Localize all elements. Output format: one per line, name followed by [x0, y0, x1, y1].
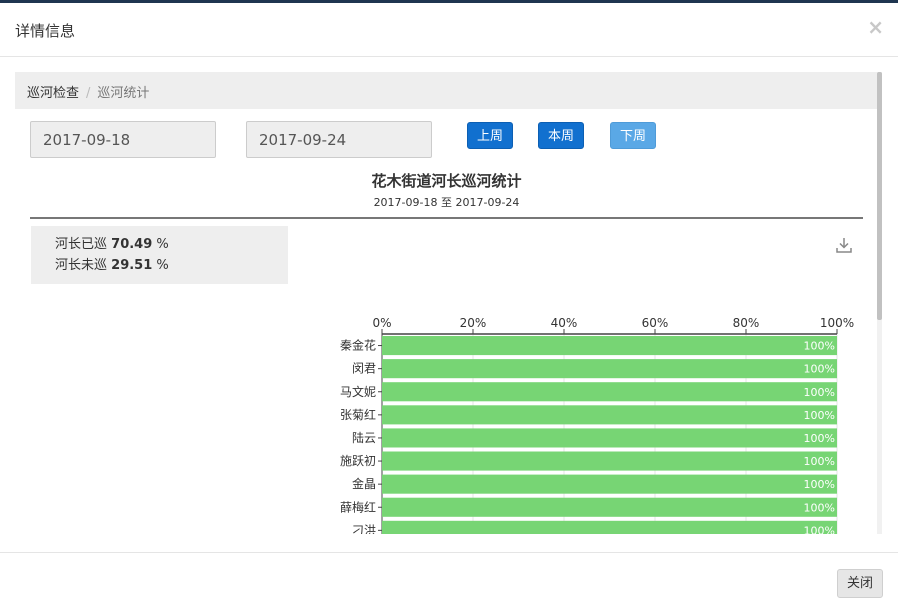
bar — [382, 520, 837, 534]
stat-patrolled-value: 70.49 — [111, 237, 153, 252]
stat-unpatrolled-unit: % — [156, 258, 169, 273]
bar — [382, 359, 837, 379]
modal-body: 巡河检查 / 巡河统计 2017-09-18 2017-09-24 上周 本周 下周… — [0, 58, 898, 552]
bar — [382, 382, 837, 402]
close-button[interactable]: 关闭 — [837, 569, 883, 598]
category-label: 闵君 — [352, 361, 376, 376]
modal-footer: 关闭 — [0, 552, 898, 612]
data-label: 100% — [804, 363, 835, 376]
divider — [30, 217, 863, 219]
stat-patrolled-label: 河长已巡 — [55, 237, 108, 252]
category-label: 秦金花 — [340, 338, 376, 353]
x-tick-label: 40% — [551, 316, 578, 330]
stat-unpatrolled-label: 河长未巡 — [55, 258, 108, 273]
category-label: 金晶 — [352, 476, 376, 491]
data-label: 100% — [804, 386, 835, 399]
breadcrumb-item-patrol-check[interactable]: 巡河检查 — [27, 86, 79, 101]
category-label: 马文妮 — [340, 384, 376, 399]
x-tick-label: 80% — [733, 316, 760, 330]
stats-summary: 河长已巡 70.49 % 河长未巡 29.51 % — [31, 226, 288, 284]
category-label: 施跃初 — [340, 454, 376, 468]
data-label: 100% — [804, 524, 835, 534]
stat-unpatrolled-value: 29.51 — [111, 258, 153, 273]
this-week-button[interactable]: 本周 — [538, 122, 584, 149]
breadcrumb-item-patrol-stats: 巡河统计 — [97, 86, 150, 101]
data-label: 100% — [804, 340, 835, 353]
category-label: 陆云 — [352, 430, 376, 445]
bar — [382, 497, 837, 517]
next-week-button[interactable]: 下周 — [610, 122, 656, 149]
category-label: 刁洪 — [352, 523, 376, 534]
modal-header: 详情信息 × — [0, 3, 898, 57]
end-date-input[interactable]: 2017-09-24 — [246, 121, 432, 158]
data-label: 100% — [804, 478, 835, 491]
start-date-input[interactable]: 2017-09-18 — [30, 121, 216, 158]
x-tick-label: 20% — [460, 316, 487, 330]
chart-title: 花木街道河长巡河统计 — [371, 172, 522, 190]
category-label: 张菊红 — [340, 407, 376, 422]
prev-week-button[interactable]: 上周 — [467, 122, 513, 149]
bar — [382, 405, 837, 425]
breadcrumb: 巡河检查 / 巡河统计 — [15, 72, 877, 109]
x-tick-label: 0% — [372, 316, 391, 330]
data-label: 100% — [804, 501, 835, 514]
x-tick-label: 60% — [642, 316, 669, 330]
stat-unpatrolled: 河长未巡 29.51 % — [55, 255, 288, 276]
stat-patrolled-unit: % — [156, 237, 169, 252]
close-icon[interactable]: × — [867, 17, 884, 37]
data-label: 100% — [804, 432, 835, 445]
bar — [382, 336, 837, 356]
x-tick-label: 100% — [820, 316, 854, 330]
category-label: 薛梅红 — [340, 499, 376, 514]
chart-subtitle: 2017-09-18 至 2017-09-24 — [373, 196, 520, 209]
data-label: 100% — [804, 455, 835, 468]
breadcrumb-separator: / — [86, 86, 91, 101]
bar-chart: 0% 20% 40% 60% 80% 100% 秦金花 100% 闵君 100% 马文妮 100% 张菊… — [340, 316, 854, 534]
download-icon[interactable] — [835, 236, 853, 254]
data-label: 100% — [804, 409, 835, 422]
bar — [382, 428, 837, 448]
bar — [382, 474, 837, 494]
stat-patrolled: 河长已巡 70.49 % — [55, 234, 288, 255]
modal-title: 详情信息 — [15, 22, 76, 40]
bar — [382, 451, 837, 471]
